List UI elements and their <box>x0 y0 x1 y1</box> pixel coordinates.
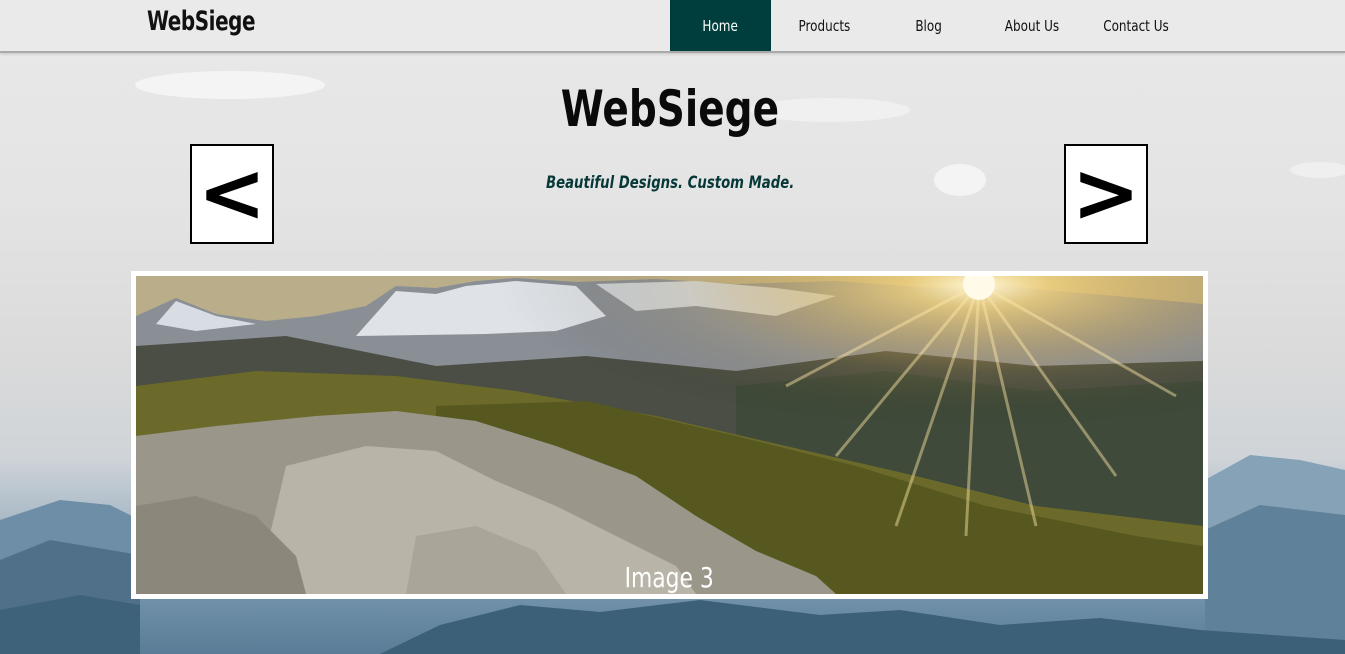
nav-contact-us[interactable]: Contact Us <box>1084 0 1188 51</box>
mountain-landscape-image <box>136 276 1203 594</box>
nav-products-label: Products <box>798 16 851 35</box>
nav-about-us[interactable]: About Us <box>980 0 1084 51</box>
previous-slide-button[interactable]: < <box>190 144 274 244</box>
nav-blog-label: Blog <box>915 16 943 35</box>
hero-subtitle-text: Beautiful Designs. Custom Made. <box>545 173 795 193</box>
hero-title: WebSiege <box>0 80 1340 138</box>
next-slide-button[interactable]: > <box>1064 144 1148 244</box>
nav-contact-us-label: Contact Us <box>1103 16 1169 35</box>
hero-title-text: WebSiege <box>560 80 780 138</box>
main-menu: Home Products Blog About Us Contact Us <box>670 0 1188 51</box>
brand-logo[interactable]: WebSiege <box>147 6 256 37</box>
slide-image: Image 3 <box>136 276 1203 594</box>
chevron-right-icon: > <box>1071 146 1141 241</box>
image-slideshow: Image 3 <box>131 271 1208 599</box>
top-navbar: WebSiege Home Products Blog About Us Con… <box>0 0 1345 53</box>
nav-blog[interactable]: Blog <box>878 0 980 51</box>
nav-about-us-label: About Us <box>1004 16 1060 35</box>
nav-home-label: Home <box>702 16 739 35</box>
slide-caption-text: Image 3 <box>624 561 715 594</box>
nav-products[interactable]: Products <box>771 0 878 51</box>
slide-caption: Image 3 <box>136 561 1203 594</box>
chevron-left-icon: < <box>197 146 267 241</box>
nav-home[interactable]: Home <box>670 0 771 51</box>
